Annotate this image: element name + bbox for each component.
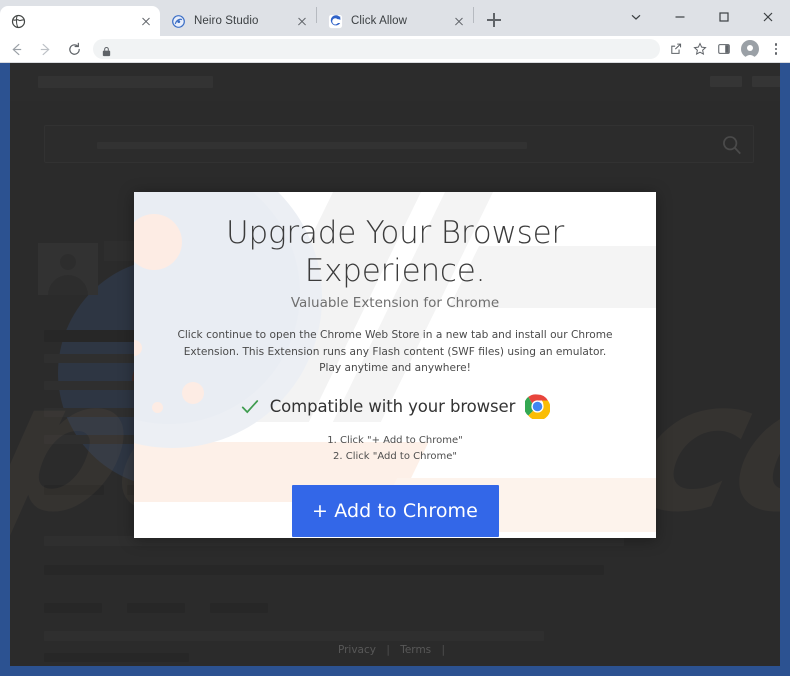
new-tab-button[interactable] [480, 6, 508, 34]
instruction-step: 1. Click "+ Add to Chrome" [327, 435, 463, 447]
share-icon[interactable] [664, 37, 688, 61]
chrome-logo-icon [524, 394, 551, 421]
back-arrow-icon[interactable] [3, 36, 29, 62]
reload-icon[interactable] [61, 36, 87, 62]
star-icon[interactable] [688, 37, 712, 61]
compatibility-row: Compatible with your browser [134, 394, 656, 421]
lock-icon [101, 44, 112, 56]
address-bar[interactable] [93, 39, 660, 59]
neiro-studio-favicon [171, 14, 186, 29]
tab-close-button[interactable] [294, 13, 310, 29]
browser-window: Neiro Studio Click Allow Privacy | Terms… [0, 0, 790, 676]
modal-content: Upgrade Your Browser Experience. Valuabl… [134, 192, 656, 538]
modal-body-text: Click continue to open the Chrome Web St… [177, 329, 613, 375]
window-controls [614, 0, 790, 34]
avatar-head [747, 45, 753, 51]
browser-toolbar [0, 36, 790, 63]
tab-divider [473, 6, 474, 23]
three-dot-menu-icon[interactable] [764, 37, 788, 61]
click-allow-favicon [328, 14, 343, 29]
cta-wrapper: + Add to Chrome [134, 485, 656, 538]
minimize-icon[interactable] [658, 0, 702, 34]
avatar-body [744, 54, 756, 61]
toolbar-action-group [664, 37, 788, 61]
browser-tab-3[interactable]: Click Allow [317, 6, 473, 36]
instruction-step: 2. Click "Add to Chrome" [333, 451, 457, 463]
modal-headline: Upgrade Your Browser Experience. [226, 215, 564, 290]
browser-tab-1[interactable] [0, 6, 160, 36]
instruction-steps: 1. Click "+ Add to Chrome" 2. Click "Add… [134, 433, 656, 465]
tab-title: Click Allow [351, 15, 408, 27]
forward-arrow-icon[interactable] [32, 36, 58, 62]
browser-tab-2[interactable]: Neiro Studio [160, 6, 316, 36]
maximize-icon[interactable] [702, 0, 746, 34]
tab-close-button[interactable] [451, 13, 467, 29]
green-check-icon [240, 397, 260, 417]
compatibility-label: Compatible with your browser [269, 397, 516, 417]
profile-avatar[interactable] [741, 40, 759, 61]
add-to-chrome-button[interactable]: + Add to Chrome [291, 485, 499, 538]
chevron-down-icon[interactable] [614, 0, 658, 34]
close-icon[interactable] [746, 0, 790, 34]
upgrade-browser-modal: Upgrade Your Browser Experience. Valuabl… [134, 192, 656, 538]
globe-icon [11, 14, 26, 29]
modal-subheadline: Valuable Extension for Chrome [290, 295, 500, 312]
tab-title: Neiro Studio [194, 15, 259, 27]
side-panel-icon[interactable] [712, 37, 736, 61]
page-viewport: pcrisk.com Privacy | Terms | [10, 63, 780, 666]
tab-close-button[interactable] [138, 13, 154, 29]
